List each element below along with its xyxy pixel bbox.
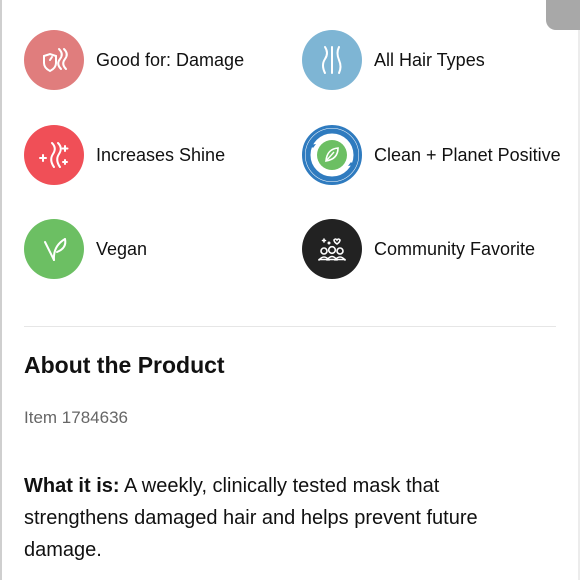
scrollbar-handle[interactable]: [546, 0, 580, 30]
highlight-label: All Hair Types: [374, 50, 485, 70]
highlight-all-hair-types: All Hair Types: [302, 30, 485, 90]
highlight-label: Good for: Damage: [96, 50, 245, 70]
highlight-label: Clean + Planet Positive: [374, 145, 561, 165]
highlight-community-favorite: Community Favorite: [302, 219, 535, 279]
highlight-good-for-damage: Good for: Damage: [24, 30, 244, 90]
section-divider: [24, 326, 556, 327]
highlight-label: Increases Shine: [96, 145, 226, 165]
vegan-leaf-icon: [24, 219, 84, 279]
highlight-clean-planet-positive: Clean + Planet Positive: [302, 125, 561, 185]
highlight-vegan: Vegan: [24, 219, 147, 279]
shine-icon: [24, 125, 84, 185]
highlight-label: Community Favorite: [374, 239, 536, 259]
damage-hair-icon: [24, 30, 84, 90]
about-product-heading: About the Product: [24, 352, 225, 378]
highlight-increases-shine: Increases Shine: [24, 125, 225, 185]
hair-strands-icon: [302, 30, 362, 90]
item-number: Item 1784636: [24, 408, 128, 428]
what-it-is-label: What it is:: [24, 475, 120, 497]
product-description: What it is: A weekly, clinically tested …: [24, 470, 524, 566]
clean-planet-positive-icon: [302, 125, 362, 185]
left-edge-border: [0, 0, 2, 580]
community-favorite-icon: [302, 219, 362, 279]
item-prefix: Item: [24, 408, 58, 427]
item-number-value: 1784636: [61, 408, 128, 427]
highlight-label: Vegan: [96, 239, 148, 259]
